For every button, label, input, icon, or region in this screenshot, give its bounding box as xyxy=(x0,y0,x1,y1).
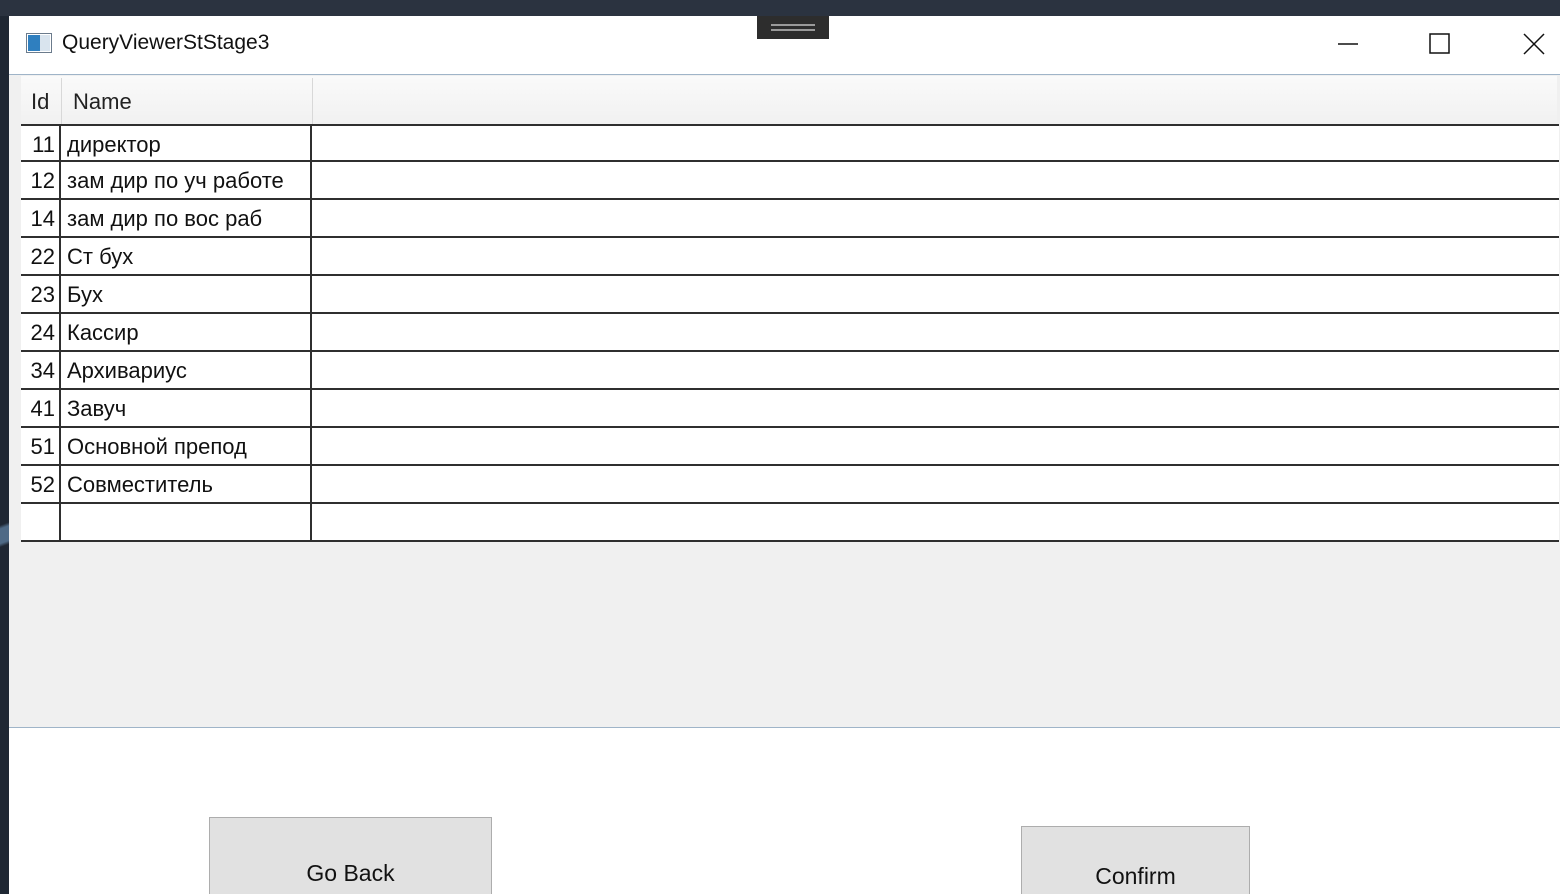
cell-divider xyxy=(59,314,61,350)
cell-divider xyxy=(59,276,61,312)
cell-id[interactable]: 12 xyxy=(21,162,61,198)
grid-header: Id Name xyxy=(21,76,1557,125)
maximize-button[interactable] xyxy=(1394,16,1486,72)
cell-name[interactable]: зам дир по уч работе xyxy=(62,162,310,198)
minimize-button[interactable] xyxy=(1302,16,1394,72)
table-row[interactable]: 34 Архивариус xyxy=(21,352,1559,390)
cell-divider xyxy=(59,352,61,388)
cell-id[interactable]: 22 xyxy=(21,238,61,274)
table-row[interactable]: 14 зам дир по вос раб xyxy=(21,200,1559,238)
cell-name[interactable]: директор xyxy=(62,126,310,162)
cell-divider xyxy=(59,126,61,162)
cell-id[interactable]: 34 xyxy=(21,352,61,388)
table-row[interactable]: 24 Кассир xyxy=(21,314,1559,352)
cell-filler xyxy=(312,314,1559,350)
cell-filler xyxy=(312,466,1559,502)
cell-divider xyxy=(59,390,61,426)
cell-divider xyxy=(59,238,61,274)
app-window-icon xyxy=(26,33,52,53)
cell-name[interactable]: Основной препод xyxy=(62,428,310,464)
cell-name[interactable]: Совместитель xyxy=(62,466,310,502)
title-bar[interactable]: QueryViewerStStage3 xyxy=(9,16,1560,74)
cell-name[interactable]: Завуч xyxy=(62,390,310,426)
column-header-name[interactable]: Name xyxy=(73,76,132,124)
table-row[interactable]: 52 Совместитель xyxy=(21,466,1559,504)
cell-id[interactable] xyxy=(21,504,61,540)
grid-rows: 11 директор 12 зам дир по уч работе 14 зам ди… xyxy=(21,124,1559,542)
cell-name[interactable]: Архивариус xyxy=(62,352,310,388)
cell-divider xyxy=(59,428,61,464)
cell-divider xyxy=(59,504,61,540)
table-row[interactable]: 22 Ст бух xyxy=(21,238,1559,276)
cell-filler xyxy=(312,162,1559,198)
close-icon xyxy=(1523,33,1545,55)
cell-filler xyxy=(312,126,1559,162)
cell-name[interactable]: Бух xyxy=(62,276,310,312)
table-row[interactable]: 12 зам дир по уч работе xyxy=(21,162,1559,200)
table-row[interactable]: 51 Основной препод xyxy=(21,428,1559,466)
confirm-button[interactable]: Confirm xyxy=(1021,826,1250,894)
table-row[interactable]: 23 Бух xyxy=(21,276,1559,314)
cell-divider xyxy=(59,466,61,502)
cell-filler xyxy=(312,352,1559,388)
cell-filler xyxy=(312,200,1559,236)
cell-filler xyxy=(312,276,1559,312)
cell-id[interactable]: 14 xyxy=(21,200,61,236)
cell-filler xyxy=(312,238,1559,274)
column-header-id[interactable]: Id xyxy=(31,76,49,124)
cell-name[interactable]: Кассир xyxy=(62,314,310,350)
data-grid[interactable]: Id Name 11 директор 12 зам дир по уч работе… xyxy=(9,74,1560,728)
maximize-icon xyxy=(1429,33,1450,54)
table-row[interactable] xyxy=(21,504,1559,542)
table-row[interactable]: 11 директор xyxy=(21,124,1559,162)
cell-id[interactable]: 41 xyxy=(21,390,61,426)
cell-name[interactable]: зам дир по вос раб xyxy=(62,200,310,236)
cell-id[interactable]: 11 xyxy=(21,126,61,162)
window-title: QueryViewerStStage3 xyxy=(62,31,270,54)
app-window: QueryViewerStStage3 Id Name 11 директор … xyxy=(9,16,1560,894)
snap-layout-handle[interactable] xyxy=(757,16,829,39)
cell-name[interactable] xyxy=(62,504,310,540)
cell-filler xyxy=(312,390,1559,426)
cell-divider xyxy=(59,162,61,198)
cell-filler xyxy=(312,428,1559,464)
cell-name[interactable]: Ст бух xyxy=(62,238,310,274)
cell-id[interactable]: 24 xyxy=(21,314,61,350)
desktop-background xyxy=(0,0,1560,16)
cell-id[interactable]: 51 xyxy=(21,428,61,464)
cell-divider xyxy=(59,200,61,236)
cell-id[interactable]: 23 xyxy=(21,276,61,312)
go-back-button[interactable]: Go Back xyxy=(209,817,492,894)
minimize-icon xyxy=(1338,43,1358,45)
table-row[interactable]: 41 Завуч xyxy=(21,390,1559,428)
cell-id[interactable]: 52 xyxy=(21,466,61,502)
close-button[interactable] xyxy=(1486,16,1560,72)
cell-filler xyxy=(312,504,1559,540)
